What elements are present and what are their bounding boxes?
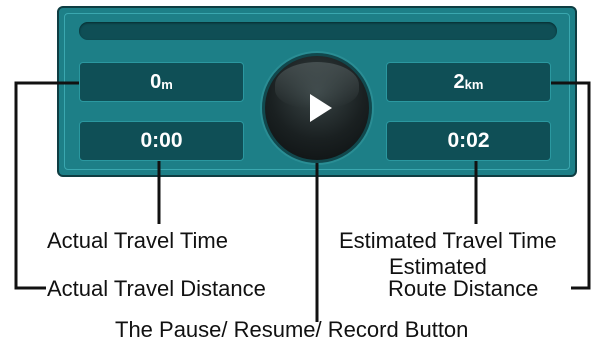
callout-line-actual-distance bbox=[14, 81, 79, 290]
label-actual-travel-time: Actual Travel Time bbox=[47, 228, 228, 253]
callout-line-estimated-distance bbox=[551, 81, 591, 290]
label-actual-travel-distance: Actual Travel Distance bbox=[47, 276, 266, 301]
label-estimated-route-distance-line1: Estimated bbox=[389, 254, 487, 279]
label-estimated-travel-time: Estimated Travel Time bbox=[339, 228, 557, 253]
label-estimated-route-distance-line2: Route Distance bbox=[388, 276, 539, 301]
label-pause-resume-record-button: The Pause/ Resume/ Record Button bbox=[115, 317, 469, 342]
